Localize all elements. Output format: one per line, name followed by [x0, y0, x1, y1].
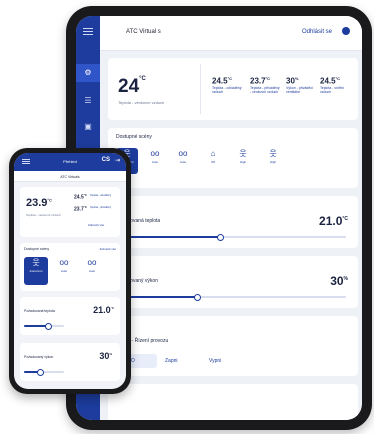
phone-top-bar: Přehled CS ⇥ — [14, 153, 126, 171]
temperature-slider[interactable] — [24, 323, 64, 330]
tile-2: 23.7°C — [74, 205, 88, 213]
scene-button[interactable]: 웃 High — [232, 148, 254, 174]
scenes-link[interactable]: Zobrazit vše — [100, 247, 116, 251]
tile-1: 24.5°C — [74, 193, 88, 201]
phone-subtitle: ATC Virtuals — [60, 175, 80, 179]
show-all-link[interactable]: Zobrazit vše — [88, 223, 104, 227]
home-icon: ⌂ — [210, 149, 216, 158]
scene-button[interactable]: oo Auto — [172, 148, 194, 174]
temperature-card: 24°C Teplota - venkovní vzduch 24.5°C Te… — [108, 58, 358, 120]
scene-button[interactable]: 웃 Intenzivní — [24, 257, 48, 285]
extra-card — [108, 384, 358, 420]
glasses-icon: oo — [59, 258, 69, 267]
slider-handle[interactable] — [37, 369, 44, 376]
outdoor-temperature: 24°C — [118, 76, 146, 97]
scene-button[interactable]: ⌂ Off — [202, 148, 224, 174]
phone-temperature-card: 23.9°C Teplota - venkovní vzduch 24.5°C … — [20, 187, 120, 237]
requested-temperature-value: 21.0°C — [93, 305, 114, 315]
power-slider[interactable] — [116, 294, 346, 301]
tile-2: 23.7°C Teplota - přiváděný - venkovní vz… — [250, 76, 280, 95]
mode-card: Režim - Řízení provozu AUTO Zapni Vypni — [108, 316, 358, 376]
top-bar: ATC Virtual s Odhlásit se — [100, 16, 362, 51]
phone-screen: Přehled CS ⇥ ATC Virtuals 23.9°C Teplota… — [14, 153, 126, 389]
glasses-icon: oo — [87, 258, 97, 267]
person-walking-icon: 웃 — [32, 258, 40, 267]
tile-4: 24.5°C Teplota - vnitřní vzduch — [320, 76, 344, 95]
menu-icon[interactable] — [83, 28, 93, 29]
sidebar-item-list-icon[interactable]: ☰ — [83, 96, 93, 106]
scenes-title: Dostupné scény — [24, 247, 50, 251]
scenes-title: Dostupné scény — [116, 134, 152, 140]
phone-device: Přehled CS ⇥ ATC Virtuals 23.9°C Teplota… — [9, 148, 131, 394]
scenes-card: Dostupné scény 웃 Intenzivní oo Auto oo A… — [108, 128, 358, 188]
phone-requested-temperature-card: Požadovaná teplota 21.0°C — [20, 297, 120, 335]
globe-icon[interactable] — [342, 27, 350, 35]
requested-power-value: 30% — [330, 274, 348, 288]
scene-button[interactable]: 웃 High — [262, 148, 284, 174]
scene-button[interactable]: oo Auto — [144, 148, 166, 174]
slider-handle[interactable] — [45, 323, 52, 330]
requested-temperature-label: Požadovaná teplota — [24, 309, 55, 313]
requested-power-value: 30% — [99, 351, 112, 361]
requested-temperature-card: Požadovaná teplota 21.0°C — [108, 196, 358, 248]
power-slider[interactable] — [24, 369, 64, 376]
page-title: ATC Virtual s — [126, 29, 161, 35]
user-badge[interactable]: CS — [102, 157, 110, 163]
requested-power-label: Požadovaný výkon — [24, 355, 54, 359]
outdoor-temperature-label: Teplota - venkovní vzduch — [118, 100, 165, 105]
outdoor-temperature-label: Teplota - venkovní vzduch — [26, 213, 61, 217]
phone-requested-power-card: Požadovaný výkon 30% — [20, 343, 120, 381]
logout-icon[interactable]: ⇥ — [115, 157, 120, 164]
person-walking-icon: 웃 — [269, 149, 277, 158]
outdoor-temperature: 23.9°C — [26, 197, 52, 209]
gauge-icon: ⚙ — [84, 68, 92, 77]
glasses-icon: oo — [150, 149, 160, 158]
slider-handle[interactable] — [216, 234, 224, 241]
tile-3: 30% Výkon - přiváděcí ventilátor — [286, 76, 314, 95]
scene-button[interactable]: oo Auto — [52, 257, 76, 285]
logout-link[interactable]: Odhlásit se — [302, 29, 332, 35]
phone-scenes-card: Dostupné scény Zobrazit vše 웃 Intenzivní… — [20, 243, 120, 291]
sidebar-item-calendar-icon[interactable]: ▣ — [83, 122, 93, 132]
glasses-icon: oo — [178, 149, 188, 158]
mode-on-button[interactable]: Zapni — [160, 354, 201, 368]
person-walking-icon: 웃 — [239, 149, 247, 158]
mode-off-button[interactable]: Vypni — [204, 354, 245, 368]
temperature-slider[interactable] — [116, 234, 346, 241]
tile-1: 24.5°C Teplota - odváděný vzduch — [212, 76, 242, 95]
requested-temperature-value: 21.0°C — [319, 214, 348, 228]
slider-handle[interactable] — [193, 294, 201, 301]
scene-button[interactable]: oo Auto — [80, 257, 104, 285]
requested-power-card: Požadovaný výkon 30% — [108, 256, 358, 308]
